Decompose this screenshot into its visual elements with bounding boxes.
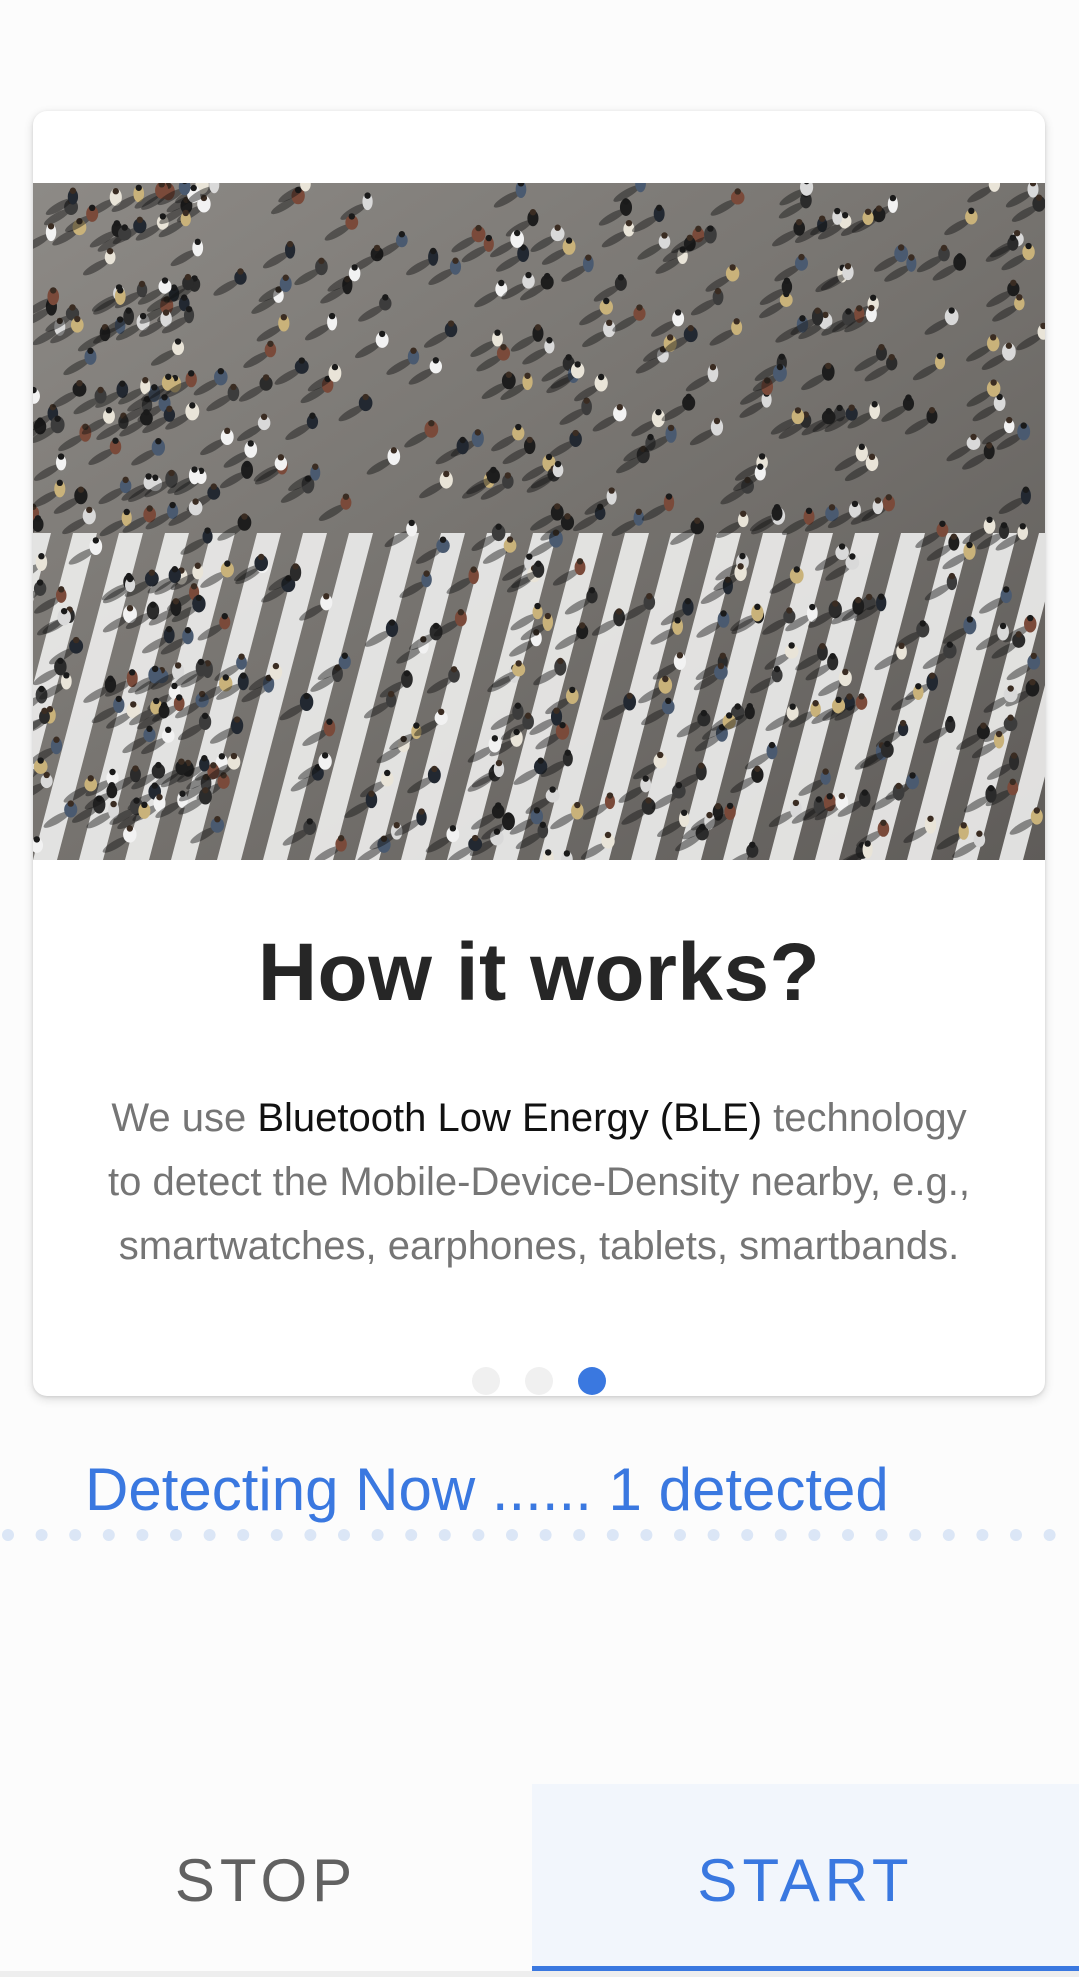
progress-dot (573, 1529, 586, 1541)
bottom-edge (0, 1971, 1079, 1977)
progress-dot (707, 1529, 720, 1541)
description-intro: We use (111, 1096, 258, 1140)
progress-dot (136, 1529, 149, 1541)
progress-dot (640, 1529, 653, 1541)
onboarding-card[interactable]: How it works? We use Bluetooth Low Energ… (33, 111, 1045, 1396)
progress-dot (2, 1529, 14, 1541)
progress-dot (35, 1529, 48, 1541)
progress-dot (438, 1529, 451, 1541)
progress-dot (842, 1529, 854, 1541)
progress-dot (304, 1529, 317, 1541)
progress-dot (774, 1529, 787, 1541)
progress-dot (606, 1529, 619, 1541)
progress-dot (976, 1529, 989, 1541)
progress-dot (371, 1529, 384, 1541)
progress-dot (741, 1529, 754, 1541)
progress-dot (102, 1529, 115, 1541)
progress-dot (539, 1529, 552, 1541)
tab-stop-label: STOP (174, 1846, 358, 1914)
scanning-progress-indicator (2, 1529, 1056, 1541)
progress-dot (1043, 1529, 1056, 1541)
page-dot-3[interactable] (578, 1367, 606, 1395)
progress-dot (270, 1529, 283, 1541)
detection-status: Detecting Now ...... 1 detected (85, 1456, 889, 1523)
onboarding-description: We use Bluetooth Low Energy (BLE) techno… (103, 1086, 975, 1278)
progress-dot (170, 1529, 182, 1541)
progress-dot (674, 1529, 686, 1541)
progress-dot (909, 1529, 922, 1541)
progress-dot (506, 1529, 518, 1541)
tab-stop[interactable]: STOP (0, 1784, 532, 1968)
progress-dot (338, 1529, 350, 1541)
progress-dot (237, 1529, 250, 1541)
description-highlight: Bluetooth Low Energy (BLE) (257, 1096, 763, 1140)
progress-dot (405, 1529, 418, 1541)
page-dot-2[interactable] (525, 1367, 553, 1395)
progress-dot (808, 1529, 821, 1541)
page-indicator (33, 1367, 1045, 1396)
progress-dot (69, 1529, 82, 1541)
progress-dot (472, 1529, 485, 1541)
onboarding-title: How it works? (257, 927, 821, 1018)
progress-dot (875, 1529, 888, 1541)
page-dot-1[interactable] (472, 1367, 500, 1395)
tab-start-label: START (697, 1846, 914, 1914)
crowd-crosswalk-image (33, 183, 1045, 860)
tab-start[interactable]: START (532, 1784, 1079, 1968)
progress-dot (942, 1529, 955, 1541)
progress-dot (1010, 1529, 1022, 1541)
progress-dot (203, 1529, 216, 1541)
